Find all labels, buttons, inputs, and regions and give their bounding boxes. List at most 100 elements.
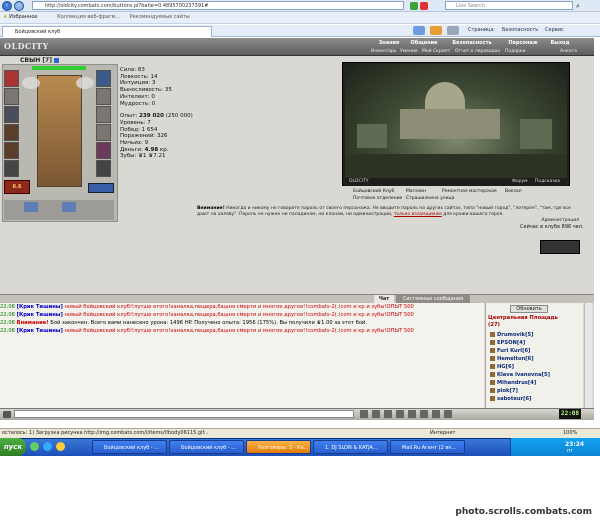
tab-chat[interactable]: Чат [374,295,394,303]
ring-slot[interactable] [96,106,111,123]
task-player[interactable]: 1. DJ SLON & KATJA... [313,440,388,454]
belt-slot[interactable] [4,142,19,159]
shield-slot[interactable] [96,124,111,141]
weapon-slot[interactable] [4,106,19,123]
task-ie-2[interactable]: Бойцовский клуб - ... [169,440,244,454]
player-name[interactable]: plok[7] [497,388,518,394]
speech-icon[interactable] [3,411,11,418]
start-button[interactable]: пуск [0,438,26,456]
menu-knowledge[interactable]: Знания [369,40,409,47]
boots-slot[interactable] [96,160,111,177]
home-icon[interactable] [413,26,425,35]
character-name[interactable]: СВЫН [20,57,40,64]
character-avatar[interactable] [37,75,82,187]
mail-icon[interactable] [444,410,452,418]
tab-active[interactable]: Бойцовский клуб [2,26,212,37]
task-chat[interactable]: Разговоры: 3 - Ка... [246,440,311,454]
menu-security[interactable]: Безопасность [446,40,498,47]
menu-communication[interactable]: Общение [406,40,442,47]
armor-slot[interactable] [4,124,19,141]
chat-scrollbar[interactable] [584,303,592,408]
chat-nick[interactable]: [Крик Тишины] [17,312,63,318]
submenu-transfers[interactable]: Отчет о переводах [455,48,500,55]
submenu-gifts[interactable]: Подарки [505,48,526,55]
link-post-office[interactable]: Почтовое отделение [353,196,402,201]
link-scary-street[interactable]: Страшилкина улица [406,196,454,201]
player-item[interactable]: Klava Ivanovna[5] [490,371,580,379]
palace-dome[interactable] [425,82,465,112]
tab-system[interactable]: Системные сообщения [396,295,470,303]
submenu-script[interactable]: Мой Скрипт [422,48,450,55]
settings-icon[interactable] [420,410,428,418]
bracers-slot[interactable] [4,88,19,105]
player-item[interactable]: Drumovik[5] [490,331,580,339]
link-fight-club[interactable]: Бойцовский Клуб [353,189,394,194]
menu-safety[interactable]: Безопасность [502,25,538,36]
star-icon[interactable]: ★ [3,14,7,20]
link-shop[interactable]: Магазин [406,189,426,194]
menu-page[interactable]: Страница [468,25,494,36]
search-icon[interactable]: ⌕ [576,2,580,11]
right-building[interactable] [520,119,552,149]
player-name[interactable]: Furi Kuri[6] [497,348,530,354]
location-scene[interactable] [345,64,567,178]
scroll-slot-2[interactable] [62,202,76,212]
player-item[interactable]: HG[6] [490,363,580,371]
player-name[interactable]: Mihandrus[4] [497,380,536,386]
print-icon[interactable] [447,26,459,35]
info-icon[interactable] [54,58,60,63]
palace-building[interactable] [400,109,500,139]
submenu-inventory[interactable]: Инвентарь [371,48,397,55]
menu-exit[interactable]: Выход [545,40,575,47]
chat-input[interactable] [14,410,354,418]
link-repair[interactable]: Ремонтная мастерская [442,189,497,194]
counter-banner[interactable] [540,240,580,254]
fav-link-2[interactable]: Рекомендуемые сайты [130,14,190,20]
chat-nick[interactable]: [Крик Тишины] [17,328,63,334]
helmet-slot[interactable] [4,70,19,87]
smile-icon[interactable] [360,410,368,418]
refresh-icon[interactable] [410,2,418,10]
mount-slot[interactable] [88,183,114,193]
task-agent[interactable]: Mail.Ru Агент (2 вк... [390,440,465,454]
quicklaunch-icon[interactable] [30,442,39,451]
player-item[interactable]: plok[7] [490,387,580,395]
earrings-slot[interactable] [96,70,111,87]
warning-link[interactable]: только взломщикам [394,212,442,217]
address-field[interactable]: http://oldcity.combats.com/buttons.pl?ba… [32,1,404,10]
back-button[interactable]: ‹ [2,1,12,11]
forum-link[interactable]: Форум [512,178,528,186]
clear-icon[interactable] [384,410,392,418]
chat-time[interactable]: 22:08 [0,312,15,318]
submenu-skills[interactable]: Умения [400,48,417,55]
feeds-icon[interactable] [430,26,442,35]
chat-time[interactable]: 22:08 [0,320,15,326]
forward-button[interactable]: › [14,1,24,11]
chat-nick[interactable]: [Крик Тишины] [17,304,63,310]
scroll-slot-1[interactable] [24,202,38,212]
pants-slot[interactable] [96,142,111,159]
player-name[interactable]: HG[6] [497,364,514,370]
chat-time[interactable]: 22:08 [0,328,15,334]
player-name[interactable]: EPSON[4] [497,340,525,346]
player-name[interactable]: Klava Ivanovna[5] [497,372,550,378]
chat-time[interactable]: 22:08 [0,304,15,310]
favorites-button[interactable]: Избранное [9,14,37,20]
menu-service[interactable]: Сервис [545,25,564,36]
player-item[interactable]: EPSON[4] [490,339,580,347]
fav-link-1[interactable]: Коллекция веб-фрагм... [57,14,120,20]
translit-icon[interactable] [396,410,404,418]
submenu-profile[interactable]: Анкета [560,48,577,55]
gloves-slot[interactable] [4,160,19,177]
filter-icon[interactable] [372,410,380,418]
sound-icon[interactable] [408,410,416,418]
menu-character[interactable]: Персонаж [505,40,541,47]
explorer-icon[interactable] [56,442,65,451]
player-name[interactable]: Hemelton[6] [497,356,534,362]
player-item[interactable]: Mihandrus[4] [490,379,580,387]
refresh-button[interactable]: Обновить [510,305,548,313]
chat-nick[interactable]: Внимание! [17,320,49,326]
search-input[interactable]: Live Search [445,1,573,10]
link-station[interactable]: Вокзал [505,189,522,194]
player-item[interactable]: Hemelton[6] [490,355,580,363]
